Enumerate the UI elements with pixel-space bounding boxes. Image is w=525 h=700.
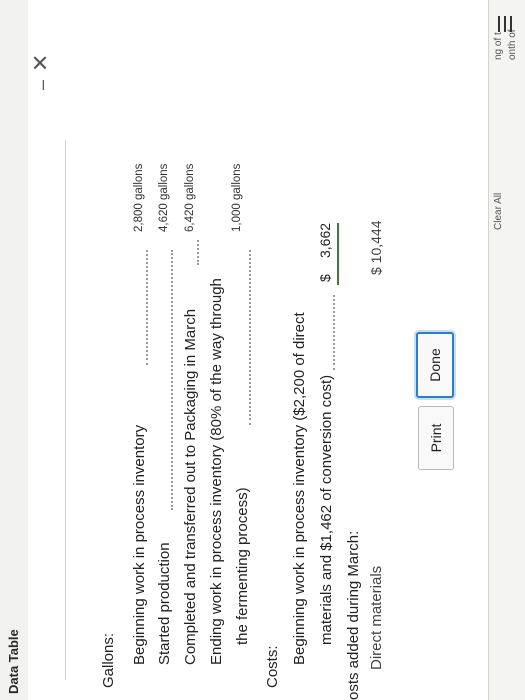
row-beginning-wip-value: 2,800 gallons [133,163,145,232]
gallons-header: Gallons: [100,632,117,688]
leader-dots [171,250,173,510]
dialog-content: – ✕ Gallons: Beginning work in process i… [28,0,525,700]
title-bar[interactable]: Data Table [0,0,29,700]
leader-dots [146,250,148,365]
row-ending-wip-label: Ending work in process inventory (80% of… [208,278,225,665]
hamburger-menu-icon[interactable] [498,16,512,32]
total-underline [337,223,339,285]
background-partial-button[interactable]: Clear All [493,193,504,230]
row-started-label: Started production [156,542,173,665]
costs-direct-materials-label: Direct materials [368,565,385,670]
costs-beginning-value: 3,662 [317,222,333,258]
print-button[interactable]: Print [418,406,454,470]
dialog-title: Data Table [6,629,21,694]
costs-beginning-label-cont: materials and $1,462 of conversion cost) [318,374,335,645]
costs-beginning-currency: $ [317,274,333,282]
leader-dots [249,250,251,425]
top-divider [65,140,66,680]
row-completed-value: 6,420 gallons [184,163,196,232]
row-beginning-wip-label: Beginning work in process inventory [131,424,148,665]
screen: Data Table – ✕ Gallons: Beginning work i… [0,0,525,700]
costs-direct-materials-value: $ 10,444 [368,220,384,276]
costs-header: Costs: [264,645,281,688]
row-ending-wip-label-cont: the fermenting process) [234,487,251,645]
row-started-value: 4,620 gallons [158,163,170,232]
minimize-button[interactable]: – [32,80,53,90]
row-ending-wip-value: 1,000 gallons [231,163,243,232]
background-text: ng of t [493,32,504,60]
background-text: onth of [507,29,518,60]
costs-beginning-label: Beginning work in process inventory ($2,… [291,312,308,665]
done-button[interactable]: Done [416,332,454,398]
leader-dots [197,240,199,265]
row-completed-label: Completed and transferred out to Packagi… [182,308,199,665]
leader-dots [333,295,335,370]
costs-added-header: osts added during March: [345,530,362,700]
close-button[interactable]: ✕ [28,54,54,72]
data-table-dialog: Data Table – ✕ Gallons: Beginning work i… [0,0,525,700]
background-window-edge: Clear All ng of t onth of [488,0,525,700]
